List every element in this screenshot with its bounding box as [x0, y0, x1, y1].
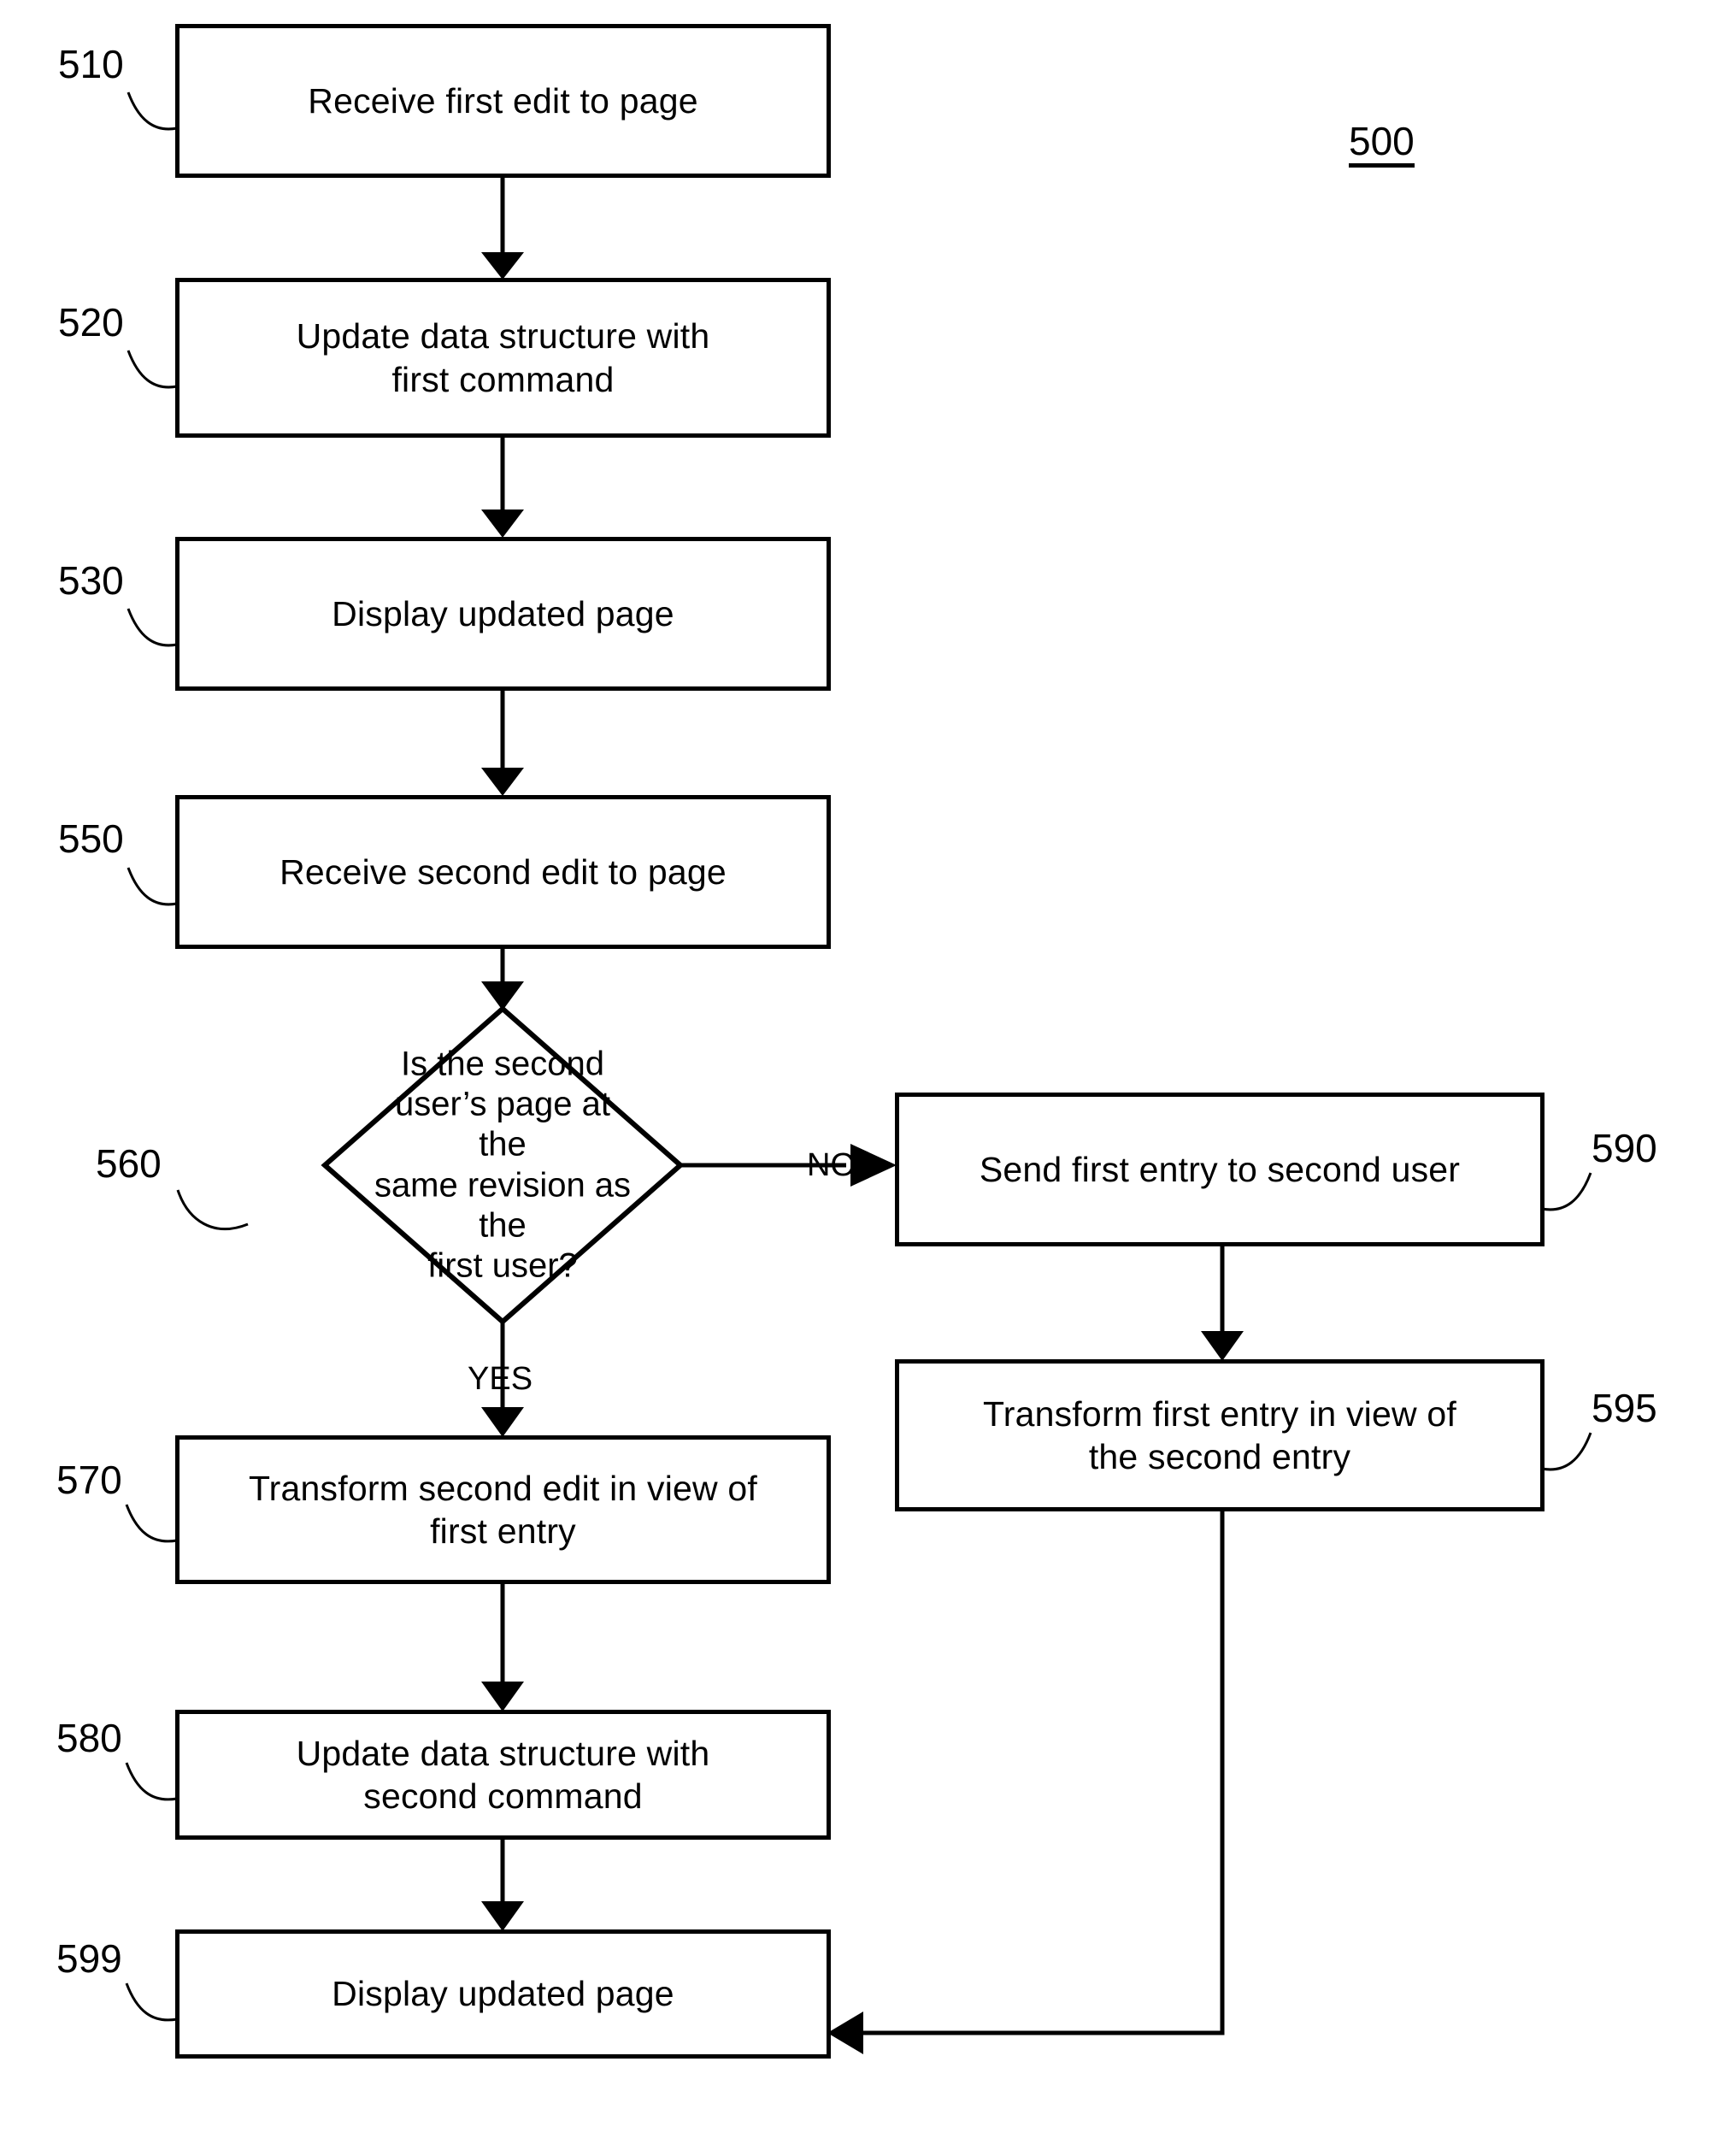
- leader-510: [127, 91, 178, 131]
- edge-570-580: [481, 1584, 524, 1711]
- leader-560: [176, 1189, 249, 1230]
- process-box-580: Update data structure with second comman…: [175, 1710, 831, 1840]
- process-box-570: Transform second edit in view of first e…: [175, 1435, 831, 1584]
- edge-590-595: [1201, 1246, 1244, 1361]
- ref-number-580: 580: [56, 1716, 122, 1760]
- ref-number-570: 570: [56, 1458, 122, 1502]
- process-box-570-label: Transform second edit in view of first e…: [248, 1468, 758, 1551]
- leader-530: [127, 608, 178, 647]
- process-box-520: Update data structure with first command: [175, 278, 831, 438]
- figure-number: 500: [1349, 121, 1415, 168]
- edge-580-599: [481, 1840, 524, 1931]
- ref-number-599: 599: [56, 1936, 122, 1981]
- process-box-510-label: Receive first edit to page: [308, 80, 698, 121]
- ref-number-550: 550: [58, 816, 124, 861]
- process-box-530: Display updated page: [175, 537, 831, 691]
- process-box-550-label: Receive second edit to page: [279, 851, 727, 892]
- decision-box-560-label: Is the second user’s page at the same re…: [374, 1045, 632, 1285]
- edge-530-550: [481, 691, 524, 796]
- process-box-595-label: Transform first entry in view of the sec…: [983, 1393, 1456, 1476]
- process-box-599-label: Display updated page: [332, 1974, 674, 2014]
- process-box-595: Transform first entry in view of the sec…: [895, 1359, 1545, 1511]
- leader-595: [1541, 1432, 1592, 1471]
- patent-figure-500: 500 Receive first edit to page 510 Updat…: [0, 0, 1724, 2156]
- process-box-550: Receive second edit to page: [175, 795, 831, 949]
- leader-520: [127, 350, 178, 389]
- ref-number-530: 530: [58, 558, 124, 603]
- leader-580: [125, 1762, 178, 1801]
- leader-590: [1541, 1172, 1592, 1211]
- leader-550: [127, 867, 178, 906]
- process-box-530-label: Display updated page: [332, 593, 674, 633]
- edge-520-530: [481, 438, 524, 538]
- edge-550-560: [481, 949, 524, 1010]
- edge-595-599: [827, 1511, 1225, 2054]
- leader-599: [125, 1982, 178, 2022]
- edge-510-520: [481, 178, 524, 280]
- process-box-590: Send first entry to second user: [895, 1093, 1545, 1246]
- edge-label-no: NO: [807, 1147, 856, 1183]
- process-box-520-label: Update data structure with first command: [296, 316, 710, 399]
- process-box-599: Display updated page: [175, 1929, 831, 2059]
- edge-label-yes: YES: [468, 1361, 533, 1397]
- leader-570: [125, 1504, 178, 1543]
- ref-number-510: 510: [58, 42, 124, 86]
- edge-560-590-no: [680, 1144, 897, 1187]
- ref-number-590: 590: [1592, 1126, 1657, 1170]
- decision-box-560: Is the second user’s page at the same re…: [325, 1009, 680, 1322]
- ref-number-520: 520: [58, 300, 124, 345]
- process-box-580-label: Update data structure with second comman…: [296, 1733, 710, 1816]
- ref-number-595: 595: [1592, 1386, 1657, 1430]
- process-box-510: Receive first edit to page: [175, 24, 831, 178]
- ref-number-560: 560: [96, 1141, 162, 1186]
- process-box-590-label: Send first entry to second user: [979, 1149, 1461, 1189]
